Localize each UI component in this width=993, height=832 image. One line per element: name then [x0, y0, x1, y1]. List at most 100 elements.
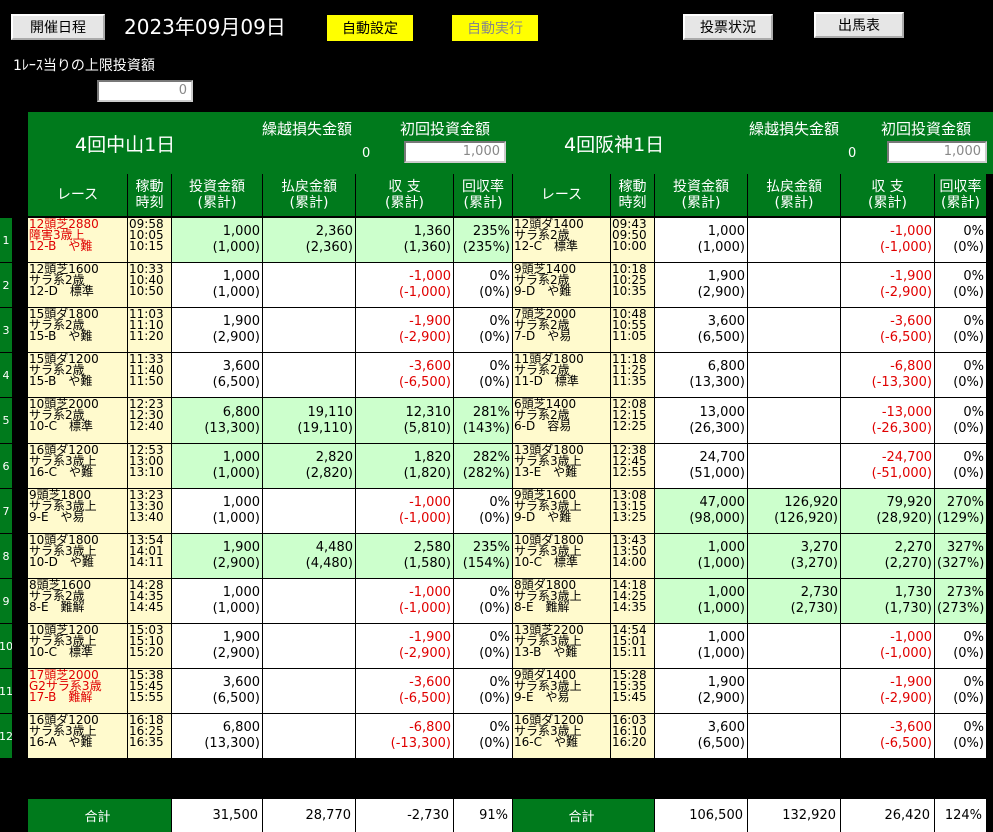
investment-amount-line: 1,900: [222, 630, 260, 645]
recovery-rate: 0% (0%): [454, 714, 513, 759]
recovery-rate-line: 281%: [472, 404, 510, 420]
balance-amount-line: 1,360: [413, 224, 451, 239]
total-label: 合計: [28, 799, 172, 832]
investment-amount: 24,700 (51,000): [655, 444, 748, 489]
balance-amount-line: -3,600: [409, 675, 451, 690]
recovery-rate-line: 0%: [489, 359, 510, 374]
investment-amount-line: 1,900: [707, 675, 745, 690]
recovery-rate-line: 0%: [489, 269, 510, 284]
race-row[interactable]: 12頭芝1600 サラ系2歳 12-D 標準 10:33 10:40 10:50 1,000…: [28, 263, 513, 308]
race-times-line: 12:55: [612, 465, 647, 479]
row-number: 7: [0, 489, 12, 534]
recovery-rate-line: (0%): [953, 240, 984, 255]
race-row[interactable]: 13頭ダ1800 サラ系3歳上 13-E や難 12:38 12:45 12:55 24,7…: [513, 444, 987, 489]
race-times: 14:18 14:25 14:35: [611, 579, 655, 624]
balance-amount-line: -1,000: [409, 269, 451, 284]
race-row[interactable]: 8頭ダ1800 サラ系3歳上 8-E 難解 14:18 14:25 14:35 1,000(…: [513, 579, 987, 624]
race-row[interactable]: 16頭ダ1200 サラ系3歳上 16-A や難 16:18 16:25 16:35 6,80…: [28, 714, 513, 759]
race-row[interactable]: 12頭芝2880 障害3歳上 12-B や難 09:58 10:05 10:15 1,000…: [28, 218, 513, 263]
column-header-text: レース: [540, 187, 583, 203]
recovery-rate-line: 0%: [489, 630, 510, 645]
recovery-rate: 0% (0%): [454, 579, 513, 624]
race-info-line: 11-D 標準: [514, 374, 579, 388]
race-row[interactable]: 9頭芝1800 サラ系3歳上 9-E や易 13:23 13:30 13:40 1,000(…: [28, 489, 513, 534]
row-gutter: [12, 624, 28, 669]
column-header-text: 収 支: [388, 179, 421, 195]
total-payout: 132,920: [748, 799, 841, 832]
investment-amount-line: (1,000): [212, 511, 260, 526]
race-row[interactable]: 15頭ダ1800 サラ系2歳 15-B や難 11:03 11:10 11:20 1,900…: [28, 308, 513, 353]
race-times-line: 14:11: [129, 555, 164, 569]
entries-button[interactable]: 出馬表: [814, 12, 904, 38]
race-row[interactable]: 15頭ダ1200 サラ系2歳 15-B や難 11:33 11:40 11:50 3,600…: [28, 353, 513, 398]
payout-amount-line: 2,820: [315, 450, 353, 465]
race-info: 11頭ダ1800 サラ系2歳 11-D 標準: [513, 353, 611, 398]
race-row[interactable]: 7頭芝2000 サラ系2歳 7-D や易 10:48 10:55 11:05 3,600 (6…: [513, 308, 987, 353]
recovery-rate-line: (0%): [953, 285, 984, 300]
balance-amount-line: -6,800: [890, 359, 932, 374]
balance-amount: 1,820 (1,820): [356, 444, 454, 489]
recovery-rate-line: (0%): [479, 646, 510, 661]
auto-set-button[interactable]: 自動設定: [327, 15, 413, 41]
race-row[interactable]: 8頭芝1600 サラ系2歳 8-E 難解 14:28 14:35 14:45 1,000 (1…: [28, 579, 513, 624]
balance-amount-line: -3,600: [890, 720, 932, 735]
race-row[interactable]: 12頭ダ1400 サラ系2歳 12-C 標準 09:43 09:50 10:00 1,000…: [513, 218, 987, 263]
column-header-investment: 投資金額 (累計): [655, 174, 748, 217]
payout-amount: [748, 308, 841, 353]
race-row[interactable]: 16頭ダ1200 サラ系3歳上 16-C や難 16:03 16:10 16:20 3,60…: [513, 714, 987, 759]
race-row[interactable]: 9頭ダ1400 サラ系3歳上 9-E や易 15:28 15:35 15:45 1,900(…: [513, 669, 987, 714]
vote-status-button[interactable]: 投票状況: [683, 14, 773, 40]
race-row[interactable]: 16頭ダ1200 サラ系3歳上 16-C や難 12:53 13:00 13:10 1,00…: [28, 444, 513, 489]
race-times: 13:54 14:01 14:11: [128, 534, 172, 579]
schedule-button[interactable]: 開催日程: [11, 14, 105, 40]
column-header-text: (累計): [681, 195, 721, 211]
race-row[interactable]: 10頭ダ1800 サラ系3歳上 10-C 標準 13:43 13:50 14:00 1,00…: [513, 534, 987, 579]
balance-amount-line: (-6,500): [398, 691, 451, 706]
recovery-rate-line: 0%: [489, 720, 510, 735]
race-row[interactable]: 10頭ダ1800 サラ系3歳上 10-D や難 13:54 14:01 14:11 1,90…: [28, 534, 513, 579]
recovery-rate-line: 0%: [489, 495, 510, 510]
race-info: 9頭芝1400 サラ系2歳 9-D や難: [513, 263, 611, 308]
column-header-text: 投資金額: [673, 179, 729, 195]
race-row[interactable]: 17頭芝2000 G2サラ系3歳 17-B 難解 15:38 15:45 15:55 3,6…: [28, 669, 513, 714]
investment-amount: 47,000 (98,000): [655, 489, 748, 534]
column-header-race: レース: [513, 174, 611, 217]
limit-input[interactable]: 0: [97, 80, 193, 102]
balance-amount: -3,600 (-6,500): [356, 669, 454, 714]
race-row[interactable]: 9頭芝1600 サラ系3歳上 9-D や難 13:08 13:15 13:25 47,000…: [513, 489, 987, 534]
race-times: 11:33 11:40 11:50: [128, 353, 172, 398]
auto-run-button[interactable]: 自動実行: [452, 15, 538, 41]
investment-amount: 1,000 (1,000): [172, 218, 263, 263]
balance-amount: -3,600 (-6,500): [841, 714, 935, 759]
initial-investment-input[interactable]: 1,000: [887, 141, 987, 163]
race-info-line: 10-D や難: [29, 555, 94, 569]
race-info: 8頭芝1600 サラ系2歳 8-E 難解: [28, 579, 128, 624]
race-row[interactable]: 11頭ダ1800 サラ系2歳 11-D 標準 11:18 11:25 11:35 6,800…: [513, 353, 987, 398]
race-row[interactable]: 13頭芝2200 サラ系3歳上 13-B や難 14:54 15:01 15:11 1,00…: [513, 624, 987, 669]
payout-amount-line: (2,360): [305, 240, 353, 255]
race-row[interactable]: 6頭芝1400 サラ系2歳 6-D 容易 12:08 12:15 12:25 13,000(…: [513, 398, 987, 444]
race-row[interactable]: 10頭芝1200 サラ系3歳上 10-C 標準 15:03 15:10 15:20 1,90…: [28, 624, 513, 669]
race-times-line: 15:20: [129, 645, 164, 659]
balance-amount-line: -1,900: [890, 269, 932, 284]
balance-amount-line: (28,920): [876, 511, 932, 526]
recovery-rate-line: (0%): [953, 466, 984, 481]
balance-amount: -1,900 (-2,900): [356, 624, 454, 669]
race-row[interactable]: 9頭芝1400 サラ系2歳 9-D や難 10:18 10:25 10:35 1,900 (2…: [513, 263, 987, 308]
investment-amount-line: 13,000: [699, 404, 746, 420]
investment-amount: 1,900 (2,900): [172, 308, 263, 353]
race-info-line: 15-B や難: [29, 329, 93, 343]
race-row[interactable]: 10頭芝2000 サラ系2歳 10-C 標準 12:23 12:30 12:40 6,800…: [28, 398, 513, 444]
column-header-text: (累計): [463, 195, 503, 211]
initial-investment-input[interactable]: 1,000: [404, 141, 506, 163]
payout-amount: [263, 263, 356, 308]
column-header-balance: 収 支 (累計): [356, 174, 454, 217]
investment-amount: 1,000 (1,000): [172, 263, 263, 308]
recovery-rate-line: (154%): [462, 556, 510, 571]
investment-amount-line: 1,000: [222, 495, 260, 510]
recovery-rate-line: 0%: [489, 675, 510, 690]
date-display: 2023年09月09日: [124, 15, 286, 39]
investment-amount-line: 6,800: [707, 359, 745, 374]
balance-amount-line: (-2,900): [879, 285, 932, 300]
row-gutter: [12, 669, 28, 714]
